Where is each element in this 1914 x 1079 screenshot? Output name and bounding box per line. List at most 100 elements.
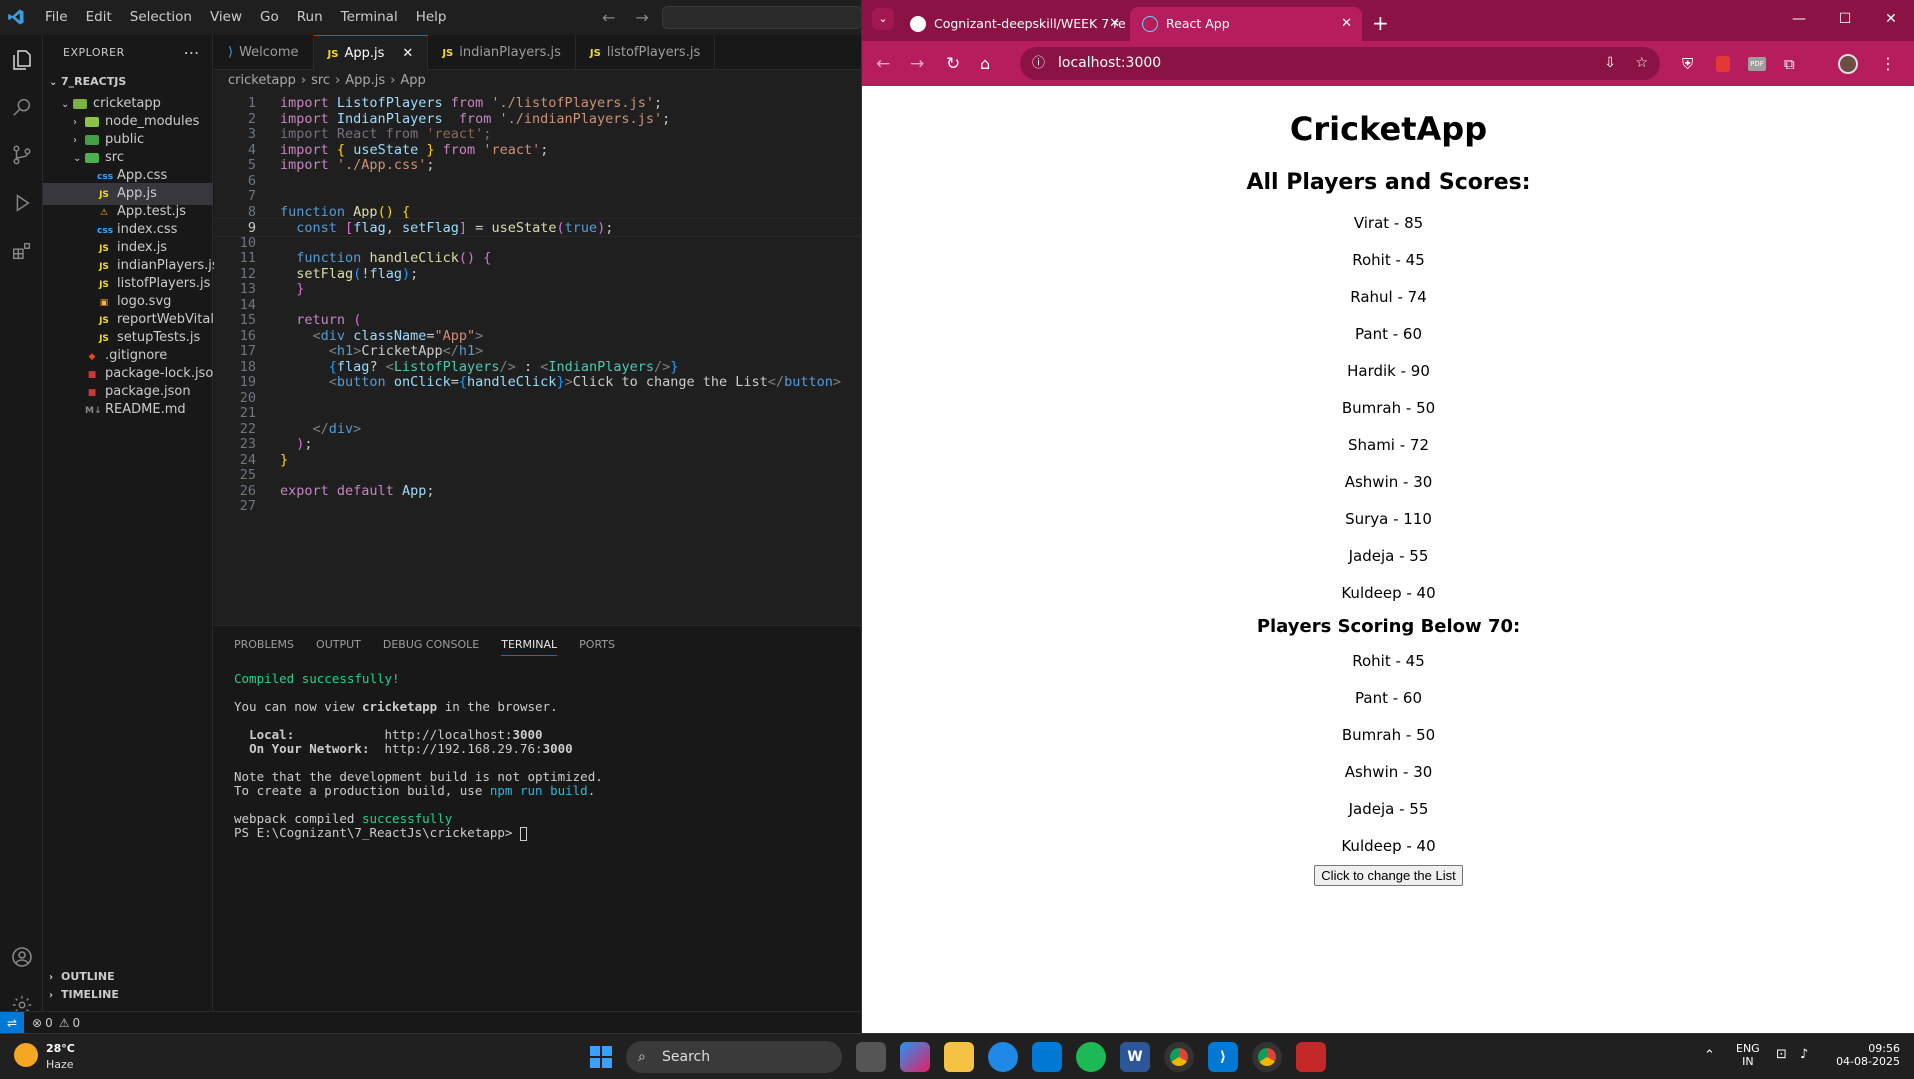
edge-icon[interactable] <box>988 1042 1018 1072</box>
taskbar-search[interactable]: ⌕ Search <box>626 1041 842 1073</box>
warning-count: 0 <box>72 1015 81 1030</box>
windows-start-icon[interactable] <box>586 1042 616 1072</box>
vscode-taskbar-icon[interactable]: ⟩ <box>1208 1042 1238 1072</box>
shield-extension-icon[interactable]: ⛨ <box>1682 55 1693 73</box>
terminal-line: You can now view cricketapp in the brows… <box>234 699 558 714</box>
all-players-heading: All Players and Scores: <box>1246 170 1531 195</box>
bookmark-star-icon[interactable]: ☆ <box>1635 47 1648 80</box>
menu-terminal[interactable]: Terminal <box>332 0 407 35</box>
panel-tab[interactable]: TERMINAL <box>501 638 558 656</box>
spotify-icon[interactable] <box>1076 1042 1106 1072</box>
chrome-profile-icon[interactable] <box>1252 1042 1282 1072</box>
run-debug-icon[interactable] <box>0 183 43 223</box>
task-view-icon[interactable] <box>856 1042 886 1072</box>
close-tab-icon[interactable]: ✕ <box>402 46 413 61</box>
js-icon: JS <box>442 48 454 59</box>
copilot-icon[interactable] <box>900 1042 930 1072</box>
extensions-icon[interactable] <box>0 231 43 271</box>
network-icon[interactable]: ⊡ <box>1776 1047 1787 1062</box>
player-item: Bumrah - 50 <box>1341 399 1436 417</box>
address-bar[interactable]: ⓘ localhost:3000 ⇩ ☆ <box>1020 47 1660 80</box>
store-icon[interactable] <box>1032 1042 1062 1072</box>
panel-tab[interactable]: PROBLEMS <box>234 638 294 656</box>
menu-selection[interactable]: Selection <box>121 0 201 35</box>
close-tab-icon[interactable]: ✕ <box>1109 7 1120 41</box>
home-icon[interactable]: ⌂ <box>980 54 990 73</box>
more-actions-icon[interactable]: ⋯ <box>184 35 201 71</box>
profile-avatar[interactable] <box>1838 53 1858 74</box>
errors-icon[interactable]: ⊗ <box>32 1016 42 1030</box>
account-icon[interactable] <box>0 937 43 977</box>
panel-tab[interactable]: DEBUG CONSOLE <box>383 638 479 656</box>
outline-header[interactable]: › OUTLINE <box>43 968 213 986</box>
breadcrumb-item[interactable]: src <box>311 73 330 88</box>
menu-view[interactable]: View <box>201 0 251 35</box>
install-app-icon[interactable]: ⇩ <box>1604 47 1616 80</box>
command-center[interactable] <box>662 6 862 29</box>
tree-item[interactable]: M↓ README.md <box>43 399 213 421</box>
language-indicator[interactable]: ENG IN <box>1736 1042 1760 1068</box>
js-icon: JS <box>589 48 601 59</box>
back-arrow-icon[interactable]: ← <box>602 8 615 27</box>
editor-tab[interactable]: ⟩ Welcome <box>214 35 314 70</box>
menu-edit[interactable]: Edit <box>77 0 121 35</box>
site-info-icon[interactable]: ⓘ <box>1032 47 1045 80</box>
terminal-line: On Your Network: http://192.168.29.76:30… <box>249 741 573 756</box>
explorer-icon[interactable] <box>0 40 43 80</box>
player-item: Bumrah - 50 <box>1341 726 1436 744</box>
file-explorer-icon[interactable] <box>944 1042 974 1072</box>
pdf-extension-icon[interactable]: PDF <box>1748 56 1766 71</box>
app-icon[interactable] <box>1296 1042 1326 1072</box>
panel-tab[interactable]: PORTS <box>579 638 615 656</box>
menu-run[interactable]: Run <box>288 0 332 35</box>
url-text: localhost:3000 <box>1058 55 1162 71</box>
source-control-icon[interactable] <box>0 135 43 175</box>
editor-tab[interactable]: JS listofPlayers.js <box>576 35 716 70</box>
search-icon: ⌕ <box>638 1049 646 1065</box>
menu-go[interactable]: Go <box>251 0 288 35</box>
warnings-icon[interactable]: ⚠ <box>59 1016 70 1030</box>
editor-area: ⟩ Welcome JS App.js ✕ JS indianPlayers.js JS lis… <box>214 35 861 625</box>
player-item: Surya - 110 <box>1345 510 1432 528</box>
back-icon[interactable]: ← <box>876 54 890 74</box>
breadcrumb-item[interactable]: App <box>400 73 425 88</box>
chrome-icon[interactable] <box>1164 1042 1194 1072</box>
clock[interactable]: 09:56 04-08-2025 <box>1836 1042 1900 1068</box>
extensions-puzzle-icon[interactable]: ⧉ <box>1784 55 1795 73</box>
editor-tab[interactable]: JS App.js ✕ <box>313 35 429 70</box>
breadcrumb-item[interactable]: App.js <box>345 73 385 88</box>
browser-tab[interactable]: React App ✕ <box>1130 7 1362 41</box>
editor-tab[interactable]: JS indianPlayers.js <box>428 35 576 70</box>
close-window-icon[interactable]: ✕ <box>1868 0 1914 38</box>
search-icon[interactable] <box>0 87 43 127</box>
forward-icon[interactable]: → <box>910 54 924 74</box>
menu-file[interactable]: File <box>36 0 77 35</box>
volume-icon[interactable]: ♪ <box>1800 1047 1808 1062</box>
player-item: Rohit - 45 <box>1352 652 1425 670</box>
minimize-icon[interactable]: — <box>1776 0 1822 38</box>
terminal-line: PS E:\Cognizant\7_ReactJs\cricketapp> <box>234 824 527 841</box>
panel-tab[interactable]: OUTPUT <box>316 638 361 656</box>
word-icon[interactable]: W <box>1120 1042 1150 1072</box>
new-tab-icon[interactable]: + <box>1372 11 1389 35</box>
activity-bar <box>0 35 43 1015</box>
remote-icon[interactable]: ⇌ <box>0 1011 24 1034</box>
change-list-button[interactable]: Click to change the List <box>1314 865 1463 886</box>
browser-tab[interactable]: Cognizant-deepskill/WEEK 7 re ✕ <box>898 7 1130 41</box>
workspace-root[interactable]: ⌄ 7_REACTJS <box>43 71 213 93</box>
forward-arrow-icon[interactable]: → <box>635 8 648 27</box>
player-item: Pant - 60 <box>1355 689 1422 707</box>
breadcrumb-item[interactable]: cricketapp <box>228 73 296 88</box>
maximize-icon[interactable]: ☐ <box>1822 0 1868 38</box>
menu-help[interactable]: Help <box>407 0 456 35</box>
player-item: Rahul - 74 <box>1350 288 1427 306</box>
timeline-header[interactable]: › TIMELINE <box>43 986 213 1004</box>
extension-red-icon[interactable] <box>1716 55 1730 72</box>
weather-icon[interactable] <box>14 1043 38 1067</box>
chrome-menu-icon[interactable]: ⋮ <box>1880 54 1896 73</box>
tray-chevron-icon[interactable]: ⌃ <box>1704 1048 1715 1063</box>
close-tab-icon[interactable]: ✕ <box>1341 7 1352 41</box>
reload-icon[interactable]: ↻ <box>946 54 960 74</box>
player-item: Kuldeep - 40 <box>1341 584 1436 602</box>
tab-search-icon[interactable]: ⌄ <box>872 8 894 30</box>
